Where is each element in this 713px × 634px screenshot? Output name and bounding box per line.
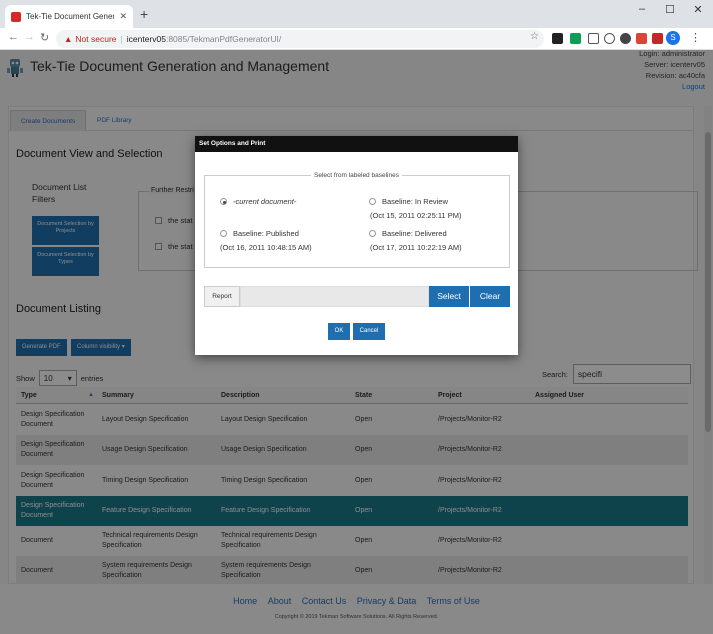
extension-icon[interactable] [620, 33, 631, 44]
baselines-legend-text: Select from labeled baselines [311, 172, 402, 179]
radio-delivered[interactable]: Baseline: Delivered [369, 229, 447, 238]
report-input[interactable] [240, 286, 429, 307]
minimize-icon[interactable]: – [632, 3, 652, 15]
radio-button[interactable] [220, 198, 227, 205]
in-review-date: (Oct 15, 2011 02:25:11 PM) [370, 211, 462, 220]
new-tab-icon[interactable]: + [140, 6, 148, 22]
radio-label: Baseline: In Review [382, 197, 448, 206]
browser-menu-icon[interactable]: ⋮ [690, 31, 701, 44]
extension-icon[interactable] [588, 33, 599, 44]
address-bar[interactable]: ▲ Not secure | icenterv05 :8085/TekmanPd… [56, 30, 544, 48]
profile-avatar[interactable]: S [666, 31, 680, 45]
report-label: Report [204, 286, 240, 307]
ok-button[interactable]: OK [328, 323, 350, 340]
radio-button[interactable] [369, 198, 376, 205]
radio-published[interactable]: Baseline: Published [220, 229, 299, 238]
radio-button[interactable] [369, 230, 376, 237]
radio-label: -current document- [233, 197, 297, 206]
delivered-date: (Oct 17, 2011 10:22:19 AM) [370, 243, 462, 252]
reload-icon[interactable]: ↻ [40, 31, 49, 44]
radio-label: Baseline: Published [233, 229, 299, 238]
extension-icon[interactable] [636, 33, 647, 44]
tab-close-icon[interactable]: ✕ [119, 11, 127, 22]
radio-in-review[interactable]: Baseline: In Review [369, 197, 448, 206]
extension-icon[interactable] [652, 33, 663, 44]
extension-icon[interactable] [570, 33, 581, 44]
cancel-button[interactable]: Cancel [353, 323, 385, 340]
forward-icon[interactable]: → [24, 31, 35, 43]
tab-title: Tek-Tie Document Generation a [26, 12, 115, 21]
baselines-legend: Select from labeled baselines [195, 172, 518, 179]
browser-tab[interactable]: Tek-Tie Document Generation a ✕ [5, 5, 133, 28]
not-secure-label: Not secure [75, 34, 117, 44]
published-date: (Oct 16, 2011 10:48:15 AM) [220, 243, 312, 252]
url-path: :8085/TekmanPdfGeneratorUI/ [165, 34, 282, 44]
print-options-dialog: Set Options and Print Select from labele… [195, 136, 518, 355]
radio-current-document[interactable]: -current document- [220, 197, 296, 206]
tab-favicon-icon [11, 11, 21, 22]
extension-icon[interactable] [604, 33, 615, 44]
back-icon[interactable]: ← [8, 31, 19, 43]
url-separator: | [120, 34, 123, 44]
url-host: icenterv05 [126, 34, 166, 44]
dialog-title: Set Options and Print [195, 136, 518, 152]
maximize-icon[interactable]: ☐ [660, 3, 680, 16]
bookmark-star-icon[interactable]: ☆ [530, 31, 539, 42]
window-close-icon[interactable]: ✕ [688, 3, 708, 16]
extension-icon[interactable] [552, 33, 563, 44]
radio-label: Baseline: Delivered [382, 229, 447, 238]
select-button[interactable]: Select [429, 286, 469, 307]
radio-button[interactable] [220, 230, 227, 237]
clear-button[interactable]: Clear [470, 286, 510, 307]
baselines-fieldset [204, 175, 510, 268]
warning-icon: ▲ [64, 34, 73, 44]
